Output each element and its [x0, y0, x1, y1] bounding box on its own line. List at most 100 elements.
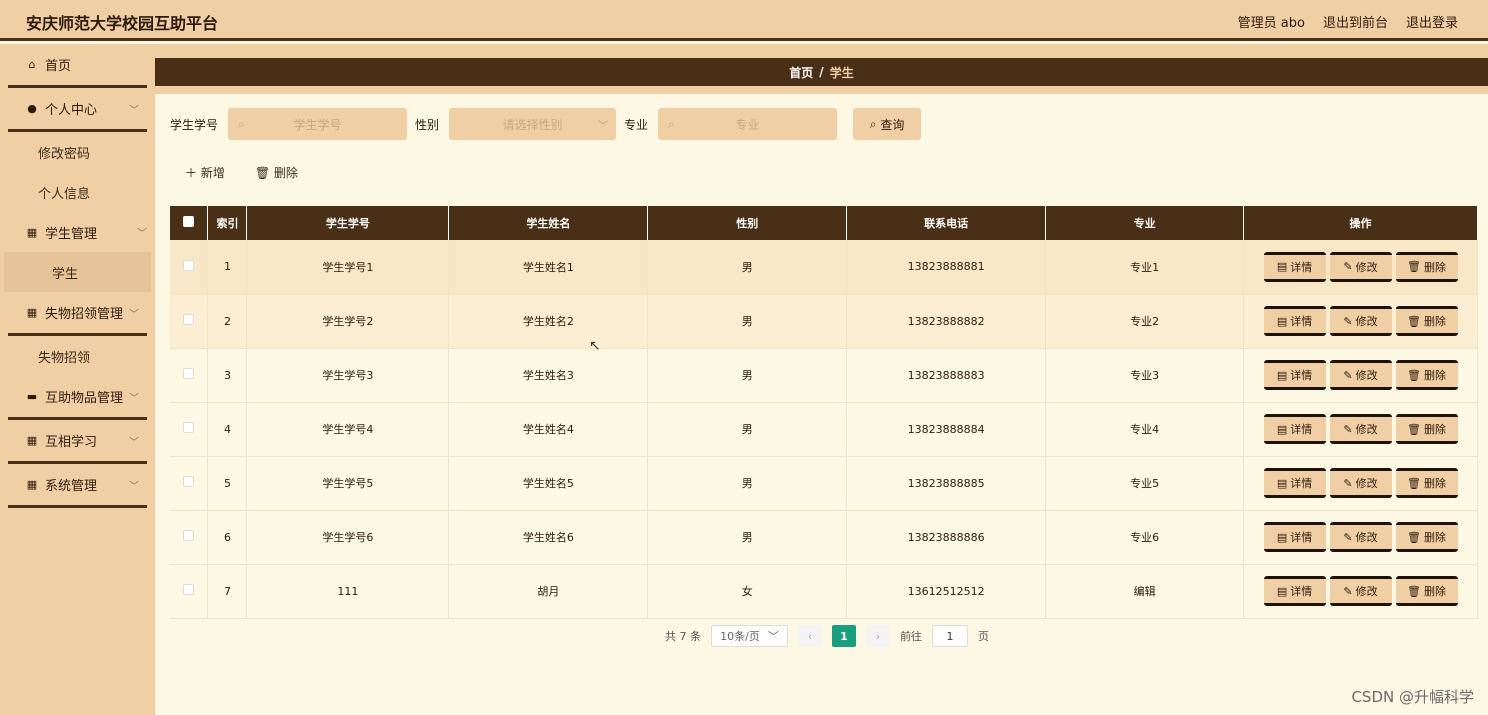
row-checkbox[interactable] [183, 476, 195, 487]
sidebar-item-study[interactable]: ▦ 互相学习 ﹀ [8, 420, 147, 464]
row-checkbox[interactable] [183, 422, 195, 433]
detail-button[interactable]: ▤ 详情 [1263, 414, 1326, 444]
edit-button[interactable]: ✎ 修改 [1329, 360, 1392, 390]
delete-button[interactable]: 🗑 删除 [1395, 468, 1458, 498]
detail-button[interactable]: ▤ 详情 [1263, 306, 1326, 336]
delete-button[interactable]: 🗑 删除 [1395, 576, 1458, 606]
delete-button[interactable]: 🗑 删除 [1395, 306, 1458, 336]
detail-button[interactable]: ▤ 详情 [1263, 468, 1326, 498]
sidebar-item-home[interactable]: ⌂ 首页 [8, 44, 147, 88]
logout-link[interactable]: 退出登录 [1406, 12, 1458, 31]
edit-button[interactable]: ✎ 修改 [1329, 468, 1392, 498]
chevron-down-icon: ﹀ [129, 481, 139, 492]
major-input[interactable]: ⌕ 专业 [658, 108, 838, 140]
sidebar-item-student-mgmt[interactable]: ▦ 学生管理 ﹀ [0, 212, 155, 252]
detail-button[interactable]: ▤ 详情 [1263, 251, 1326, 282]
sidebar-item-system[interactable]: ▦ 系统管理 ﹀ [8, 464, 147, 508]
select-all-checkbox[interactable] [183, 216, 195, 227]
sidebar-item-items-mgmt[interactable]: ▬ 互助物品管理 ﹀ [8, 376, 147, 420]
chevron-right-icon: › [875, 629, 881, 643]
select-all-cell[interactable] [170, 206, 209, 240]
delete-label: 删除 [1424, 315, 1446, 328]
column-header: 专业 [1045, 206, 1245, 240]
table-cell: 专业6 [1045, 510, 1245, 565]
table-cell: 胡月 [448, 564, 649, 619]
table-cell: 13823888886 [846, 510, 1047, 565]
doc-icon: ▤ [1276, 584, 1288, 598]
sidebar-item-student[interactable]: 学生 [4, 252, 151, 292]
trash-icon: 🗑 [1407, 584, 1421, 598]
detail-button[interactable]: ▤ 详情 [1263, 522, 1326, 552]
ops-cell: ▤ 详情 ✎ 修改 🗑 删除 [1243, 564, 1478, 619]
table-cell: 男 [647, 510, 848, 565]
student-id-input[interactable]: ⌕ 学生学号 [228, 108, 408, 140]
detail-label: 详情 [1290, 477, 1313, 490]
table-cell: 学生姓名4 [448, 402, 649, 457]
edit-label: 修改 [1355, 315, 1378, 328]
breadcrumb-separator: / [819, 65, 824, 79]
row-select-cell[interactable] [170, 348, 209, 403]
sidebar-item-profile[interactable]: 个人信息 [0, 172, 155, 212]
row-select-cell[interactable] [170, 294, 209, 349]
page-number-current[interactable]: 1 [832, 625, 856, 647]
sidebar-item-change-password[interactable]: 修改密码 [0, 132, 155, 172]
sidebar-item-label: 系统管理 [45, 479, 98, 494]
sidebar-item-personal[interactable]: ● 个人中心 ﹀ [8, 88, 147, 132]
page-size-select[interactable]: 10条/页 ﹀ [711, 625, 788, 647]
edit-button[interactable]: ✎ 修改 [1329, 522, 1392, 552]
sidebar-item-label: 首页 [45, 59, 72, 74]
prev-page-button[interactable]: ‹ [798, 625, 822, 647]
goto-page-input[interactable]: 1 [932, 625, 968, 647]
edit-icon: ✎ [1343, 260, 1353, 274]
plus-icon: ＋ [185, 166, 198, 180]
edit-button[interactable]: ✎ 修改 [1329, 576, 1392, 606]
search-icon: ⌕ [869, 116, 877, 131]
back-to-front-link[interactable]: 退出到前台 [1323, 12, 1388, 31]
edit-label: 修改 [1355, 423, 1378, 436]
edit-button[interactable]: ✎ 修改 [1329, 251, 1392, 282]
row-checkbox[interactable] [183, 584, 195, 595]
row-select-cell[interactable] [170, 510, 209, 565]
edit-label: 修改 [1355, 531, 1378, 544]
table-cell: 学生姓名5 [448, 456, 649, 511]
gender-select[interactable]: 请选择性别 ﹀ [449, 108, 617, 140]
doc-icon: ▤ [1276, 260, 1288, 274]
table-cell: 13823888883 [846, 348, 1047, 403]
add-label: 新增 [200, 166, 225, 180]
delete-button[interactable]: 🗑 删除 [1395, 251, 1458, 282]
next-page-button[interactable]: › [866, 625, 890, 647]
sidebar-item-lostfound-mgmt[interactable]: ▦ 失物招领管理 ﹀ [8, 292, 147, 336]
top-links: 管理员 abo 退出到前台 退出登录 [1238, 12, 1458, 31]
trash-icon: 🗑 [1407, 368, 1421, 382]
column-header: 索引 [207, 206, 248, 240]
detail-button[interactable]: ▤ 详情 [1263, 360, 1326, 390]
delete-button[interactable]: 🗑 删除 [1395, 522, 1458, 552]
table-cell: 1 [207, 240, 248, 295]
row-select-cell[interactable] [170, 402, 209, 457]
query-button[interactable]: ⌕ 查询 [853, 108, 922, 140]
detail-button[interactable]: ▤ 详情 [1263, 576, 1326, 606]
sidebar-item-label: 失物招领管理 [45, 307, 124, 322]
main-content: 学生学号 ⌕ 学生学号 性别 请选择性别 ﹀ 专业 ⌕ 专业 ⌕ 查询 ＋ 新增… [155, 94, 1488, 715]
ops-cell: ▤ 详情 ✎ 修改 🗑 删除 [1243, 402, 1478, 457]
detail-label: 详情 [1290, 585, 1313, 598]
row-checkbox[interactable] [183, 259, 195, 271]
batch-delete-button[interactable]: 🗑 删除 [255, 164, 298, 181]
table-cell: 学生学号6 [246, 510, 450, 565]
detail-label: 详情 [1290, 369, 1313, 382]
row-checkbox[interactable] [183, 314, 195, 325]
edit-button[interactable]: ✎ 修改 [1329, 306, 1392, 336]
row-checkbox[interactable] [183, 368, 195, 379]
row-select-cell[interactable] [170, 564, 209, 619]
sidebar-item-lostfound[interactable]: 失物招领 [0, 336, 155, 376]
row-select-cell[interactable] [170, 240, 209, 295]
chevron-down-icon: ﹀ [129, 393, 139, 404]
edit-button[interactable]: ✎ 修改 [1329, 414, 1392, 444]
delete-label: 删除 [1424, 477, 1446, 490]
add-button[interactable]: ＋ 新增 [185, 164, 225, 181]
breadcrumb-home[interactable]: 首页 [789, 64, 813, 81]
row-select-cell[interactable] [170, 456, 209, 511]
row-checkbox[interactable] [183, 530, 195, 541]
delete-button[interactable]: 🗑 删除 [1395, 414, 1458, 444]
delete-button[interactable]: 🗑 删除 [1395, 360, 1458, 390]
